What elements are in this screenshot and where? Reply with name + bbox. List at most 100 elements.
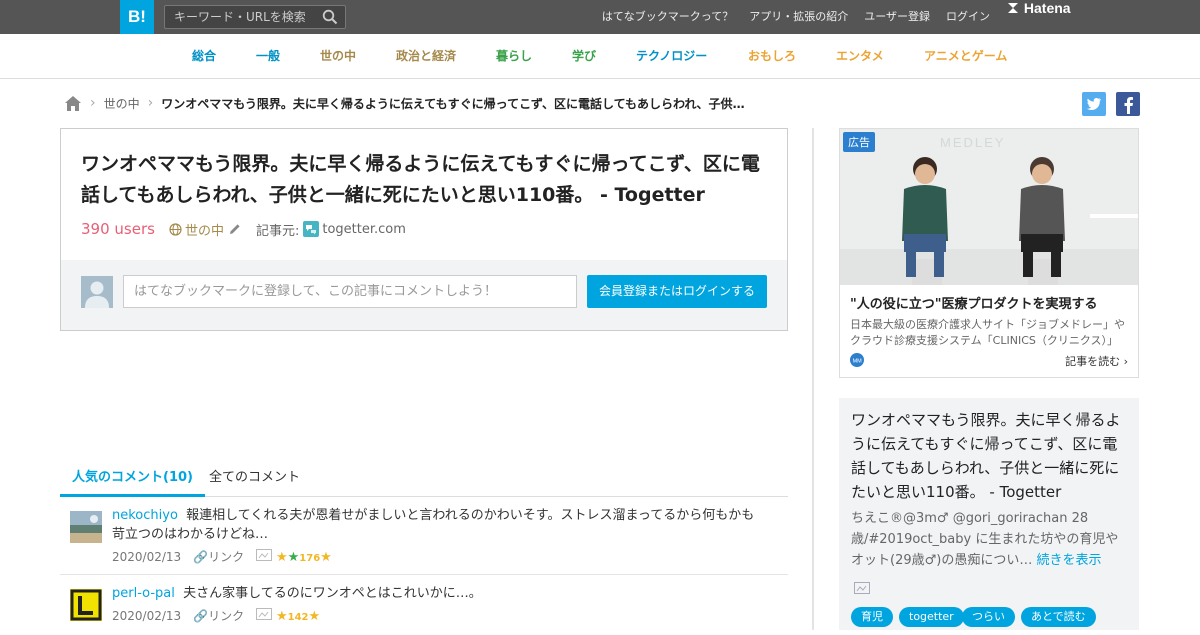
tag-ikuji[interactable]: 育児 [851,607,893,627]
comment-body: nekochiyo 報連相してくれる夫が恩着せがましいと言われるのかわいそす。ス… [112,506,762,544]
entry-meta: 390 users 世の中 記事元: togetter.com [81,219,406,239]
comment-text: 報連相してくれる夫が恩着せがましいと言われるのかわいそす。ストレス溜まってるから… [112,508,755,542]
edit-pencil-icon[interactable] [228,222,242,236]
add-star-icon[interactable] [256,548,273,561]
ad-image[interactable]: MEDLEY 広告 [840,129,1138,285]
entry-category[interactable]: 世の中 [185,220,224,239]
advertiser-logo-icon: MM [850,353,864,367]
ad-description: 日本最大級の医療介護求人サイト「ジョブメドレー」やクラウド診療支援システム「CL… [850,318,1125,347]
user-avatar[interactable] [70,589,102,621]
facebook-share-icon[interactable] [1116,92,1140,116]
comment-body: perl-o-pal 夫さん家事してるのにワンオペとはこれいかに…。 [112,584,762,603]
top-nav: はてなブックマークって？ アプリ・拡張の紹介 ユーザー登録 ログイン [602,0,990,34]
show-more-link[interactable]: 続きを表示 [1036,553,1101,568]
category-sogo[interactable]: 総合 [192,34,216,79]
comment-box: はてなブックマークに登録して、この記事にコメントしよう！ 会員登録またはログイン… [61,260,787,330]
tab-all-comments[interactable]: 全てのコメント [197,458,312,497]
comment-link[interactable]: 🔗リンク [193,548,244,565]
image-placeholder-icon [854,582,870,594]
comment-meta: 2020/02/13 🔗リンク ★★176★ [112,548,332,565]
comment-link-label: リンク [208,550,245,564]
ad-card[interactable]: MEDLEY 広告 "人の役に立つ"医療プロダクトを実現する 日本最大級の医療介… [839,128,1139,378]
tag-togetter[interactable]: togetter [899,607,964,627]
top-bar: B! キーワード・URLを検索 はてなブックマークって？ アプリ・拡張の紹介 ユ… [0,0,1200,34]
hatena-logo-text: Hatena [1023,0,1071,16]
twitter-share-icon[interactable] [1082,92,1106,116]
nav-register[interactable]: ユーザー登録 [864,0,930,34]
star-icon: ★ [320,549,332,565]
breadcrumb: › 世の中 › ワンオペママもう限界。夫に早く帰るように伝えてもすぐに帰ってこず… [64,92,751,114]
category-anime-game[interactable]: アニメとゲーム [924,34,1007,79]
comment-meta: 2020/02/13 🔗リンク ★142★ [112,607,320,624]
related-title[interactable]: ワンオペママもう限界。夫に早く帰るように伝えてもすぐに帰ってこず、区に電話しても… [851,408,1131,504]
search-icon[interactable] [322,9,338,25]
ad-read-more-label: 記事を読む [1065,355,1121,368]
nav-apps[interactable]: アプリ・拡張の紹介 [749,0,848,34]
comment-username[interactable]: nekochiyo [112,508,178,523]
user-avatar[interactable] [70,511,102,543]
source-domain[interactable]: togetter.com [322,222,406,237]
category-kurashi[interactable]: 暮らし [496,34,532,79]
tag-tsurai[interactable]: つらい [962,607,1015,627]
comment-link[interactable]: 🔗リンク [193,607,244,624]
category-manabi[interactable]: 学び [572,34,596,79]
comment-input[interactable]: はてなブックマークに登録して、この記事にコメントしよう！ [123,275,577,308]
search-placeholder: キーワード・URLを検索 [174,10,306,24]
togetter-favicon-icon [303,221,320,237]
comment-stars[interactable]: ★142★ [256,607,321,624]
breadcrumb-title: ワンオペママもう限界。夫に早く帰るように伝えてもすぐに帰ってこず、区に電話しても… [161,96,751,111]
tag-atode-yomu[interactable]: あとで読む [1021,607,1096,627]
category-ippan[interactable]: 一般 [256,34,280,79]
svg-text:MM: MM [853,358,863,364]
star-count: 142 [287,611,309,623]
nav-about[interactable]: はてなブックマークって？ [602,0,733,34]
comment-link-label: リンク [208,609,245,623]
add-star-icon[interactable] [256,607,273,620]
source-label: 記事元: [255,223,300,239]
default-avatar [81,276,113,308]
ad-label: 広告 [843,132,875,152]
hatena-bookmark-logo[interactable]: B! [120,0,154,34]
star-count: 176 [299,552,321,564]
category-globe-icon [169,222,182,236]
related-description: ちえこ®@3m♂ @gori_gorirachan 28歳/#2019oct_b… [851,508,1131,571]
category-omoshiro[interactable]: おもしろ [748,34,796,79]
hatena-mark-icon [1008,3,1018,13]
comment-date[interactable]: 2020/02/13 [112,550,181,564]
breadcrumb-separator-icon: › [147,95,154,111]
search-input[interactable]: キーワード・URLを検索 [164,5,346,29]
comment-text: 夫さん家事してるのにワンオペとはこれいかに…。 [183,586,482,601]
register-login-button[interactable]: 会員登録またはログインする [587,275,767,308]
category-technology[interactable]: テクノロジー [636,34,707,79]
chevron-right-icon: › [1123,355,1128,368]
link-icon: 🔗 [193,609,209,623]
star-icon: ★ [308,608,321,624]
comment-stars[interactable]: ★★176★ [256,548,332,565]
entry-card: ワンオペママもう限界。夫に早く帰るように伝えてもすぐに帰ってこず、区に電話しても… [60,128,788,331]
category-bar: 総合 一般 世の中 政治と経済 暮らし 学び テクノロジー おもしろ エンタメ … [0,34,1200,79]
category-yononaka[interactable]: 世の中 [320,34,356,79]
link-icon: 🔗 [193,550,209,564]
comment-date[interactable]: 2020/02/13 [112,609,181,623]
tab-popular-comments[interactable]: 人気のコメント(10) [60,458,205,497]
entry-title[interactable]: ワンオペママもう限界。夫に早く帰るように伝えてもすぐに帰ってこず、区に電話しても… [81,149,771,211]
column-divider [812,128,814,630]
breadcrumb-separator-icon: › [90,95,96,111]
nav-login[interactable]: ログイン [946,0,990,34]
ad-headline[interactable]: "人の役に立つ"医療プロダクトを実現する [850,293,1098,312]
breadcrumb-category[interactable]: 世の中 [104,95,140,112]
ad-read-more[interactable]: 記事を読む › [1065,353,1128,369]
comment-row: perl-o-pal 夫さん家事してるのにワンオペとはこれいかに…。 2020/… [60,575,788,635]
comment-username[interactable]: perl-o-pal [112,586,175,601]
home-icon[interactable] [64,95,82,112]
users-count[interactable]: 390 users [81,220,155,238]
category-seiji-keizai[interactable]: 政治と経済 [396,34,456,79]
comment-row: nekochiyo 報連相してくれる夫が恩着せがましいと言われるのかわいそす。ス… [60,497,788,575]
star-icon: ★★ [275,549,300,565]
related-entry-card: ワンオペママもう限界。夫に早く帰るように伝えてもすぐに帰ってこず、区に電話しても… [839,398,1139,630]
comment-tabs: 人気のコメント(10) 全てのコメント [60,458,788,497]
category-entame[interactable]: エンタメ [836,34,884,79]
star-icon: ★ [275,608,288,624]
hatena-logo[interactable]: Hatena [1006,0,1071,34]
ad-logo-watermark: MEDLEY [940,135,1005,150]
